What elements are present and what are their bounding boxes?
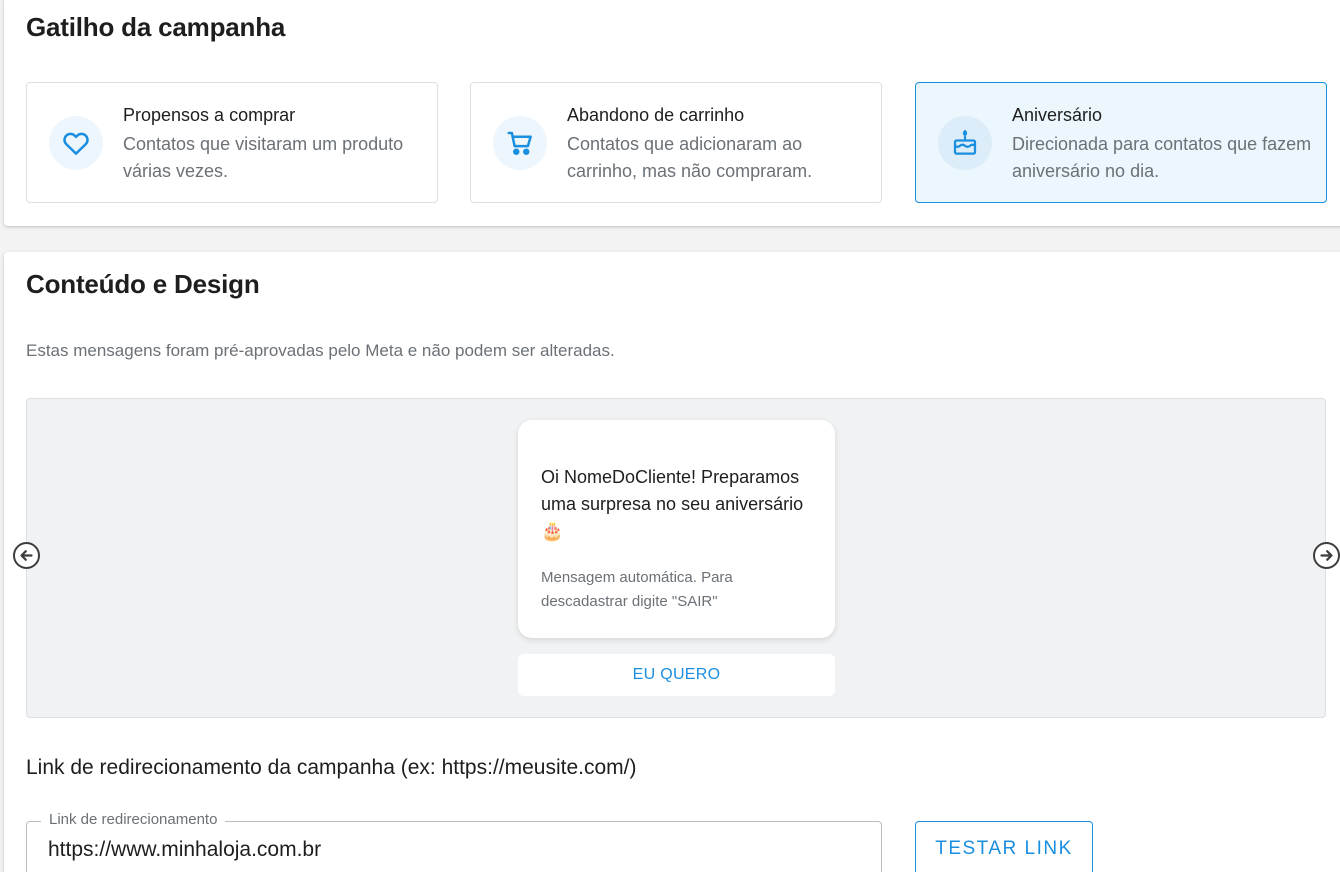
content-card: Conteúdo e Design Estas mensagens foram …	[4, 252, 1340, 872]
cart-icon	[493, 116, 547, 170]
eu-quero-button[interactable]: EU QUERO	[518, 654, 835, 696]
message-footer: Mensagem automática. Para descadastrar d…	[541, 569, 733, 610]
cake-icon	[938, 116, 992, 170]
test-link-button[interactable]: TESTAR LINK	[915, 821, 1093, 872]
option-title: Aniversário	[1012, 105, 1103, 125]
trigger-card: Gatilho da campanha Propensos a comprar …	[4, 0, 1340, 226]
arrow-left-icon	[20, 550, 33, 561]
carousel-next-button[interactable]	[1313, 542, 1340, 569]
trigger-option-aniversario[interactable]: Aniversário Direcionada para contatos qu…	[915, 82, 1327, 203]
redirect-link-field: Link de redirecionamento	[26, 811, 882, 872]
redirect-link-label: Link de redirecionamento da campanha (ex…	[26, 756, 637, 779]
content-subtitle: Estas mensagens foram pré-aprovadas pelo…	[26, 341, 615, 360]
option-description: Contatos que adicionaram ao carrinho, ma…	[567, 134, 813, 181]
redirect-link-field-label: Link de redirecionamento	[41, 811, 226, 828]
arrow-right-icon	[1320, 550, 1333, 561]
message-text: Oi NomeDoCliente! Preparamos uma surpres…	[541, 467, 804, 541]
trigger-title: Gatilho da campanha	[26, 12, 286, 42]
option-description: Direcionada para contatos que fazem aniv…	[1012, 134, 1312, 181]
option-title: Abandono de carrinho	[567, 105, 745, 125]
option-description: Contatos que visitaram um produto várias…	[123, 134, 404, 181]
content-title: Conteúdo e Design	[26, 269, 260, 299]
carousel-prev-button[interactable]	[13, 542, 40, 569]
trigger-option-abandono[interactable]: Abandono de carrinho Contatos que adicio…	[470, 82, 882, 203]
redirect-link-input[interactable]	[48, 835, 848, 865]
heart-icon	[49, 116, 103, 170]
option-title: Propensos a comprar	[123, 105, 296, 125]
message-bubble: Oi NomeDoCliente! Preparamos uma surpres…	[518, 420, 835, 638]
trigger-option-propensos[interactable]: Propensos a comprar Contatos que visitar…	[26, 82, 438, 203]
message-preview-carousel: Oi NomeDoCliente! Preparamos uma surpres…	[13, 398, 1340, 718]
